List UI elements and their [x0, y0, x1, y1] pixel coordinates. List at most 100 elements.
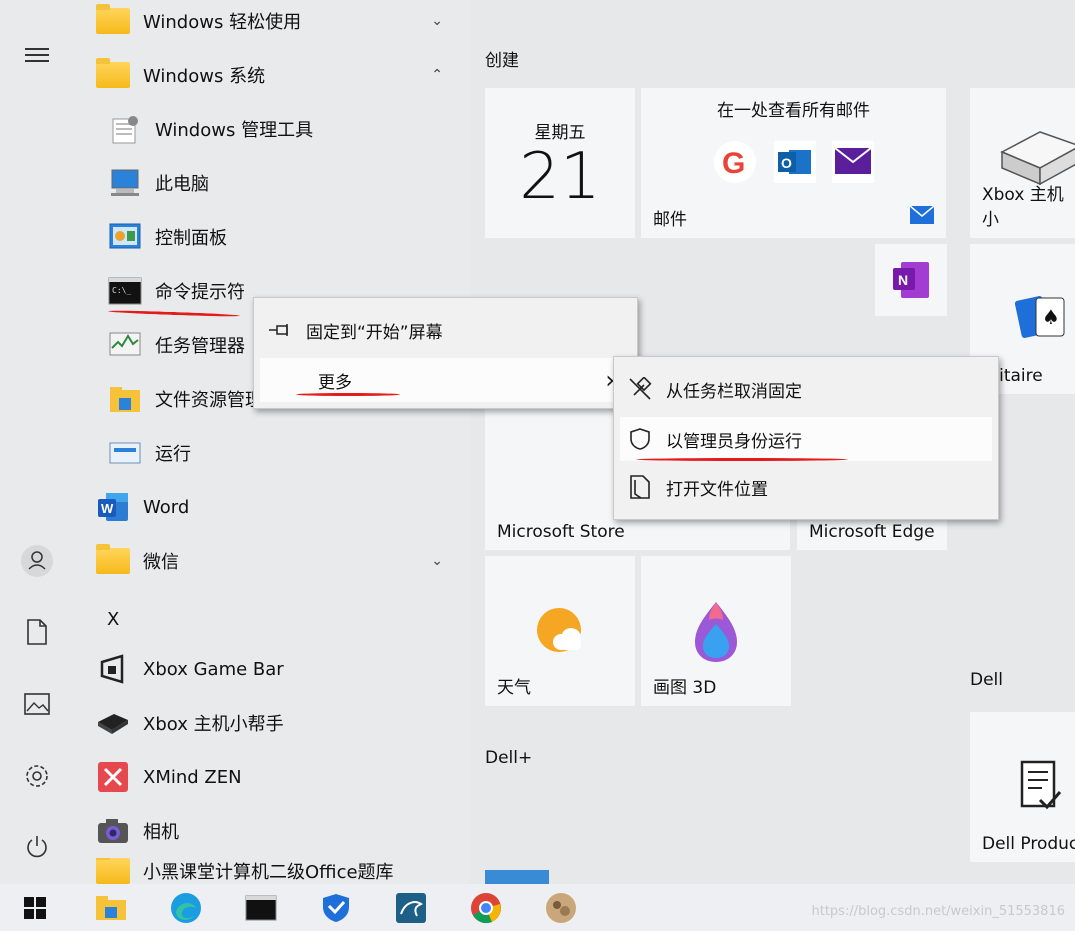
outlook-icon: O: [773, 140, 817, 188]
app-label: Word: [143, 496, 190, 518]
google-icon: G: [713, 140, 757, 188]
menu-item-label: 固定到“开始”屏幕: [306, 322, 443, 343]
svg-text:♠: ♠: [1042, 305, 1060, 329]
svg-text:C:\_: C:\_: [112, 286, 131, 295]
weather-icon: [533, 604, 593, 660]
weather-tile[interactable]: 天气: [485, 556, 635, 706]
xbox-tile[interactable]: Xbox 主机小: [970, 88, 1075, 238]
file-explorer-icon: [107, 381, 143, 417]
app-run[interactable]: 运行: [107, 428, 191, 478]
app-xbox-game-bar[interactable]: Xbox Game Bar: [95, 644, 284, 694]
edge-icon[interactable]: [169, 891, 203, 925]
camera-icon: [95, 813, 131, 849]
mysql-icon[interactable]: [394, 891, 428, 925]
avatar-icon[interactable]: [544, 891, 578, 925]
app-label: Windows 管理工具: [155, 120, 314, 141]
dell-product-tile[interactable]: Dell Produc: [970, 712, 1075, 862]
menu-item-pin-to-start[interactable]: 固定到“开始”屏幕: [260, 308, 631, 352]
app-xmind[interactable]: XMind ZEN: [95, 752, 242, 802]
user-icon[interactable]: [18, 542, 56, 580]
sub-menu: 从任务栏取消固定 以管理员身份运行 打开文件位置: [613, 356, 999, 520]
svg-text:G: G: [722, 147, 745, 180]
app-label: 运行: [155, 444, 191, 465]
power-icon[interactable]: [18, 828, 56, 866]
store-tile-label: Microsoft Store: [497, 522, 625, 542]
start-left-rail: [0, 0, 75, 884]
file-explorer-icon[interactable]: [94, 891, 128, 925]
svg-text:N: N: [898, 272, 908, 288]
chevron-down-icon: ⌄: [431, 13, 443, 29]
app-camera[interactable]: 相机: [95, 806, 179, 856]
xbox-console-icon: [95, 705, 131, 741]
app-label: 相机: [143, 822, 179, 843]
onenote-icon: N: [891, 260, 931, 304]
folder-icon: [95, 3, 131, 39]
file-location-icon: [620, 474, 660, 500]
menu-item-label: 以管理员身份运行: [666, 431, 802, 452]
cmd-icon[interactable]: [244, 891, 278, 925]
svg-text:W: W: [101, 501, 114, 516]
app-label: 微信: [143, 552, 179, 573]
document-icon[interactable]: [18, 613, 56, 651]
app-control-panel[interactable]: 控制面板: [107, 212, 227, 262]
unpin-icon: [620, 377, 660, 401]
app-label: XMind ZEN: [143, 766, 242, 788]
mail-tile-title: 在一处查看所有邮件: [717, 101, 870, 121]
app-command-prompt[interactable]: C:\_ 命令提示符: [107, 266, 245, 316]
cmd-icon: C:\_: [107, 273, 143, 309]
app-windows-ease[interactable]: Windows 轻松使用 ⌄: [95, 0, 465, 46]
mail-tile-label: 邮件: [653, 210, 687, 230]
group-title-dell: Dell: [970, 670, 1003, 690]
xmind-icon: [95, 759, 131, 795]
svg-text:O: O: [781, 155, 792, 171]
paint3d-tile[interactable]: 画图 3D: [641, 556, 791, 706]
menu-item-run-as-admin[interactable]: 以管理员身份运行: [620, 417, 992, 461]
app-label: Windows 轻松使用: [143, 12, 302, 33]
section-letter: X: [107, 608, 120, 630]
app-this-pc[interactable]: 此电脑: [107, 158, 209, 208]
checklist-icon: [1020, 760, 1062, 816]
app-windows-system[interactable]: Windows 系统 ⌃: [95, 50, 465, 100]
section-header-x[interactable]: X: [107, 594, 119, 644]
windows-start-icon[interactable]: [18, 891, 52, 925]
pictures-icon[interactable]: [18, 685, 56, 723]
app-admin-tools[interactable]: Windows 管理工具: [107, 104, 313, 154]
app-label: 命令提示符: [155, 282, 245, 303]
chrome-icon[interactable]: [469, 891, 503, 925]
menu-icon[interactable]: [18, 36, 56, 74]
menu-item-label: 从任务栏取消固定: [666, 381, 802, 402]
chevron-down-icon: ⌄: [431, 553, 443, 569]
chevron-up-icon: ⌃: [431, 67, 443, 83]
calendar-tile[interactable]: 星期五 21: [485, 88, 635, 238]
app-xbox-console-companion[interactable]: Xbox 主机小帮手: [95, 698, 284, 748]
mail-envelope-icon: [831, 140, 875, 188]
annotation-underline-admin: [636, 458, 848, 461]
admin-tools-icon: [107, 111, 143, 147]
calendar-date: 21: [519, 140, 601, 214]
app-task-manager[interactable]: 任务管理器: [107, 320, 245, 370]
mail-tile[interactable]: 在一处查看所有邮件 G O 邮件: [641, 88, 946, 238]
menu-item-unpin-taskbar[interactable]: 从任务栏取消固定: [620, 367, 992, 411]
paint3d-tile-label: 画图 3D: [653, 678, 717, 698]
mail-badge-icon: [909, 205, 935, 228]
this-pc-icon: [107, 165, 143, 201]
word-icon: W: [95, 489, 131, 525]
partial-tile[interactable]: [485, 870, 549, 884]
xbox-tile-label: Xbox 主机小: [982, 185, 1064, 230]
app-xiaohei-folder[interactable]: 小黑课堂计算机二级Office题库: [95, 858, 394, 884]
xbox-game-bar-icon: [95, 651, 131, 687]
weather-tile-label: 天气: [497, 678, 531, 698]
app-list: Windows 轻松使用 ⌄ Windows 系统 ⌃ Windows 管理工具…: [75, 0, 470, 884]
dell-product-tile-label: Dell Produc: [982, 834, 1075, 854]
app-label: 控制面板: [155, 228, 227, 249]
menu-item-open-file-location[interactable]: 打开文件位置: [620, 465, 992, 509]
security-shield-icon[interactable]: [319, 891, 353, 925]
settings-icon[interactable]: [18, 757, 56, 795]
shield-icon: [620, 427, 660, 451]
app-word[interactable]: W Word: [95, 482, 189, 532]
solitaire-cards-icon: ♠: [1014, 294, 1074, 348]
paint3d-icon: [693, 600, 739, 668]
app-wechat-folder[interactable]: 微信 ⌄: [95, 536, 465, 586]
onenote-tile[interactable]: N: [875, 244, 947, 316]
folder-icon: [95, 57, 131, 93]
